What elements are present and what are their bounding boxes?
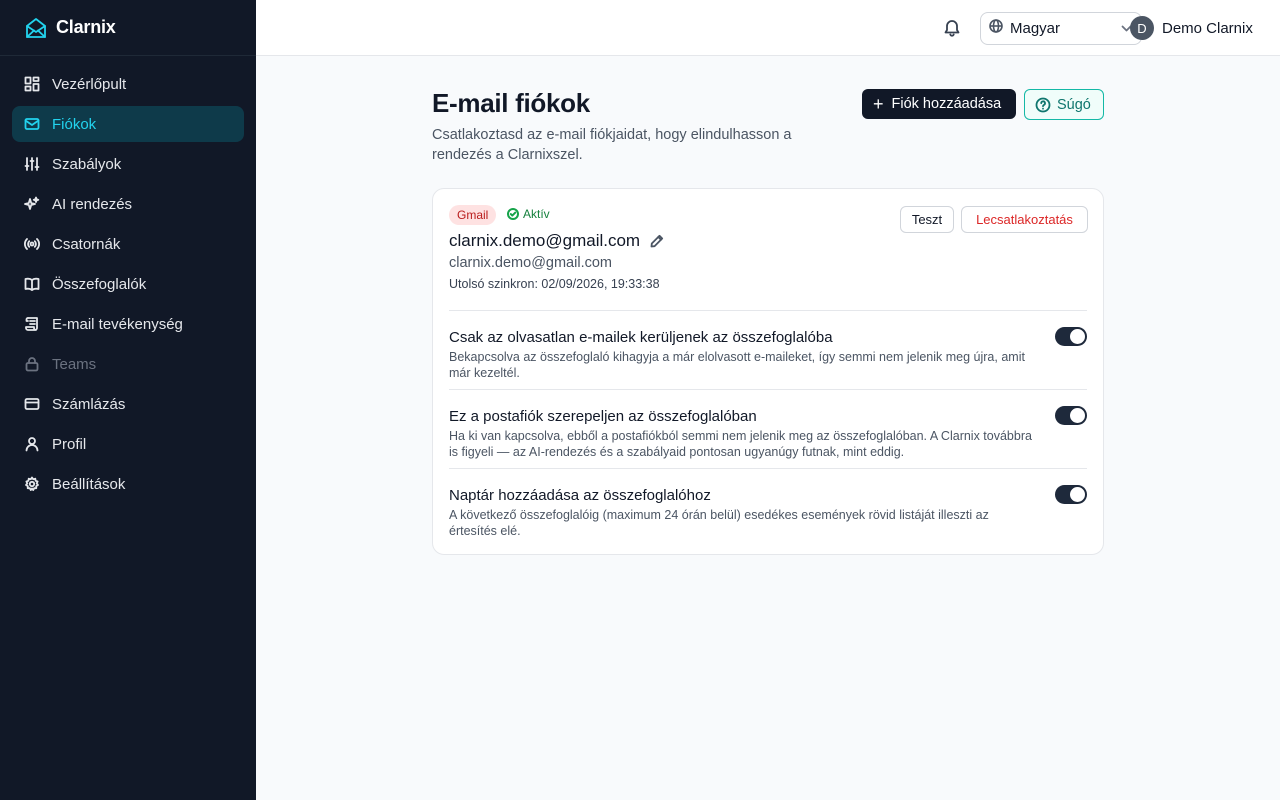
user-menu[interactable]: D Demo Clarnix bbox=[1130, 16, 1253, 40]
topbar: Magyar D Demo Clarnix bbox=[256, 0, 1280, 56]
sidebar-item-teams: Teams bbox=[12, 346, 244, 382]
toggle-knob bbox=[1070, 408, 1085, 423]
sparkles-icon bbox=[24, 196, 40, 212]
help-circle-icon bbox=[1035, 97, 1051, 112]
sidebar-item-dashboard[interactable]: Vezérlőpult bbox=[12, 66, 244, 102]
account-name-text: clarnix.demo@gmail.com bbox=[449, 231, 641, 250]
sidebar-item-label: Vezérlőpult bbox=[52, 75, 127, 93]
lock-icon bbox=[24, 356, 40, 372]
toggle-knob bbox=[1070, 487, 1085, 502]
add-account-label: Fiók hozzáadása bbox=[891, 96, 1002, 112]
setting-description: Bekapcsolva az összefoglaló kihagyja a m… bbox=[449, 350, 1025, 380]
sidebar-item-profile[interactable]: Profil bbox=[12, 426, 244, 462]
sidebar-item-label: Csatornák bbox=[52, 235, 121, 253]
brand[interactable]: Clarnix bbox=[0, 0, 256, 56]
notifications-bell-icon[interactable] bbox=[940, 16, 964, 40]
toggle-knob bbox=[1070, 329, 1085, 344]
test-button[interactable]: Teszt bbox=[900, 206, 954, 233]
broadcast-icon bbox=[24, 236, 40, 252]
include-mailbox-toggle[interactable] bbox=[1055, 406, 1087, 425]
sidebar-item-label: Teams bbox=[52, 355, 97, 373]
sidebar-item-label: Összefoglalók bbox=[52, 275, 147, 293]
user-name: Demo Clarnix bbox=[1162, 19, 1253, 37]
status-label: Aktív bbox=[523, 207, 550, 221]
sidebar-item-label: E-mail tevékenység bbox=[52, 315, 183, 333]
sidebar-item-label: Profil bbox=[52, 435, 87, 453]
account-name: clarnix.demo@gmail.com bbox=[449, 231, 664, 251]
plus-icon: + bbox=[873, 94, 884, 114]
sidebar: Clarnix Vezérlőpult Fiókok Szabályok AI … bbox=[0, 0, 256, 800]
provider-badge: Gmail bbox=[449, 205, 497, 225]
sidebar-item-billing[interactable]: Számlázás bbox=[12, 386, 244, 422]
setting-unread-only: Csak az olvasatlan e-mailek kerüljenek a… bbox=[449, 310, 1087, 389]
last-sync: Utolsó szinkron: 02/09/2026, 19:33:38 bbox=[449, 277, 660, 291]
check-circle-icon bbox=[507, 208, 519, 220]
sidebar-item-ai-sorting[interactable]: AI rendezés bbox=[12, 186, 244, 222]
setting-description: A következő összefoglalóig (maximum 24 ó… bbox=[449, 508, 989, 538]
avatar: D bbox=[1130, 16, 1154, 40]
status-badge: Aktív bbox=[507, 207, 550, 221]
setting-title: Csak az olvasatlan e-mailek kerüljenek a… bbox=[449, 329, 833, 346]
unread-only-toggle[interactable] bbox=[1055, 327, 1087, 346]
sidebar-item-summaries[interactable]: Összefoglalók bbox=[12, 266, 244, 302]
sidebar-item-settings[interactable]: Beállítások bbox=[12, 466, 244, 502]
language-select-value: Magyar bbox=[1010, 20, 1061, 37]
sidebar-item-label: AI rendezés bbox=[52, 195, 133, 213]
account-card: Gmail Aktív clarnix.demo@gmail.com clarn… bbox=[432, 188, 1104, 555]
brand-name: Clarnix bbox=[56, 17, 116, 37]
mail-icon bbox=[24, 116, 40, 132]
gear-icon bbox=[24, 476, 40, 492]
globe-icon bbox=[989, 19, 1003, 38]
disconnect-button[interactable]: Lecsatlakoztatás bbox=[961, 206, 1088, 233]
sidebar-item-label: Beállítások bbox=[52, 475, 126, 493]
sliders-icon bbox=[24, 156, 40, 172]
sidebar-item-label: Fiókok bbox=[52, 115, 97, 133]
sidebar-item-accounts[interactable]: Fiókok bbox=[12, 106, 244, 142]
setting-title: Ez a postafiók szerepeljen az összefogla… bbox=[449, 408, 757, 425]
sidebar-item-email-activity[interactable]: E-mail tevékenység bbox=[12, 306, 244, 342]
edit-pencil-icon[interactable] bbox=[650, 234, 664, 248]
add-account-button[interactable]: + Fiók hozzáadása bbox=[862, 89, 1016, 119]
user-icon bbox=[24, 436, 40, 452]
setting-calendar: Naptár hozzáadása az összefoglalóhoz A k… bbox=[449, 468, 1087, 547]
sidebar-item-channels[interactable]: Csatornák bbox=[12, 226, 244, 262]
sidebar-item-label: Szabályok bbox=[52, 155, 122, 173]
setting-title: Naptár hozzáadása az összefoglalóhoz bbox=[449, 487, 711, 504]
page-subtitle: Csatlakoztasd az e-mail fiókjaidat, hogy… bbox=[432, 127, 792, 163]
sidebar-item-label: Számlázás bbox=[52, 395, 126, 413]
account-email: clarnix.demo@gmail.com bbox=[449, 255, 612, 271]
language-select[interactable]: Magyar bbox=[980, 12, 1142, 45]
page-title: E-mail fiókok bbox=[432, 88, 590, 118]
envelope-logo-icon bbox=[26, 17, 46, 38]
scroll-icon bbox=[24, 316, 40, 332]
book-icon bbox=[24, 276, 40, 292]
help-button[interactable]: Súgó bbox=[1024, 89, 1104, 120]
sidebar-nav: Vezérlőpult Fiókok Szabályok AI rendezés… bbox=[0, 56, 256, 516]
calendar-toggle[interactable] bbox=[1055, 485, 1087, 504]
setting-description: Ha ki van kapcsolva, ebből a postafiókbó… bbox=[449, 429, 1032, 459]
help-button-label: Súgó bbox=[1057, 96, 1091, 113]
credit-card-icon bbox=[24, 396, 40, 412]
setting-include-mailbox: Ez a postafiók szerepeljen az összefogla… bbox=[449, 389, 1087, 468]
sidebar-item-rules[interactable]: Szabályok bbox=[12, 146, 244, 182]
dashboard-icon bbox=[24, 76, 40, 92]
